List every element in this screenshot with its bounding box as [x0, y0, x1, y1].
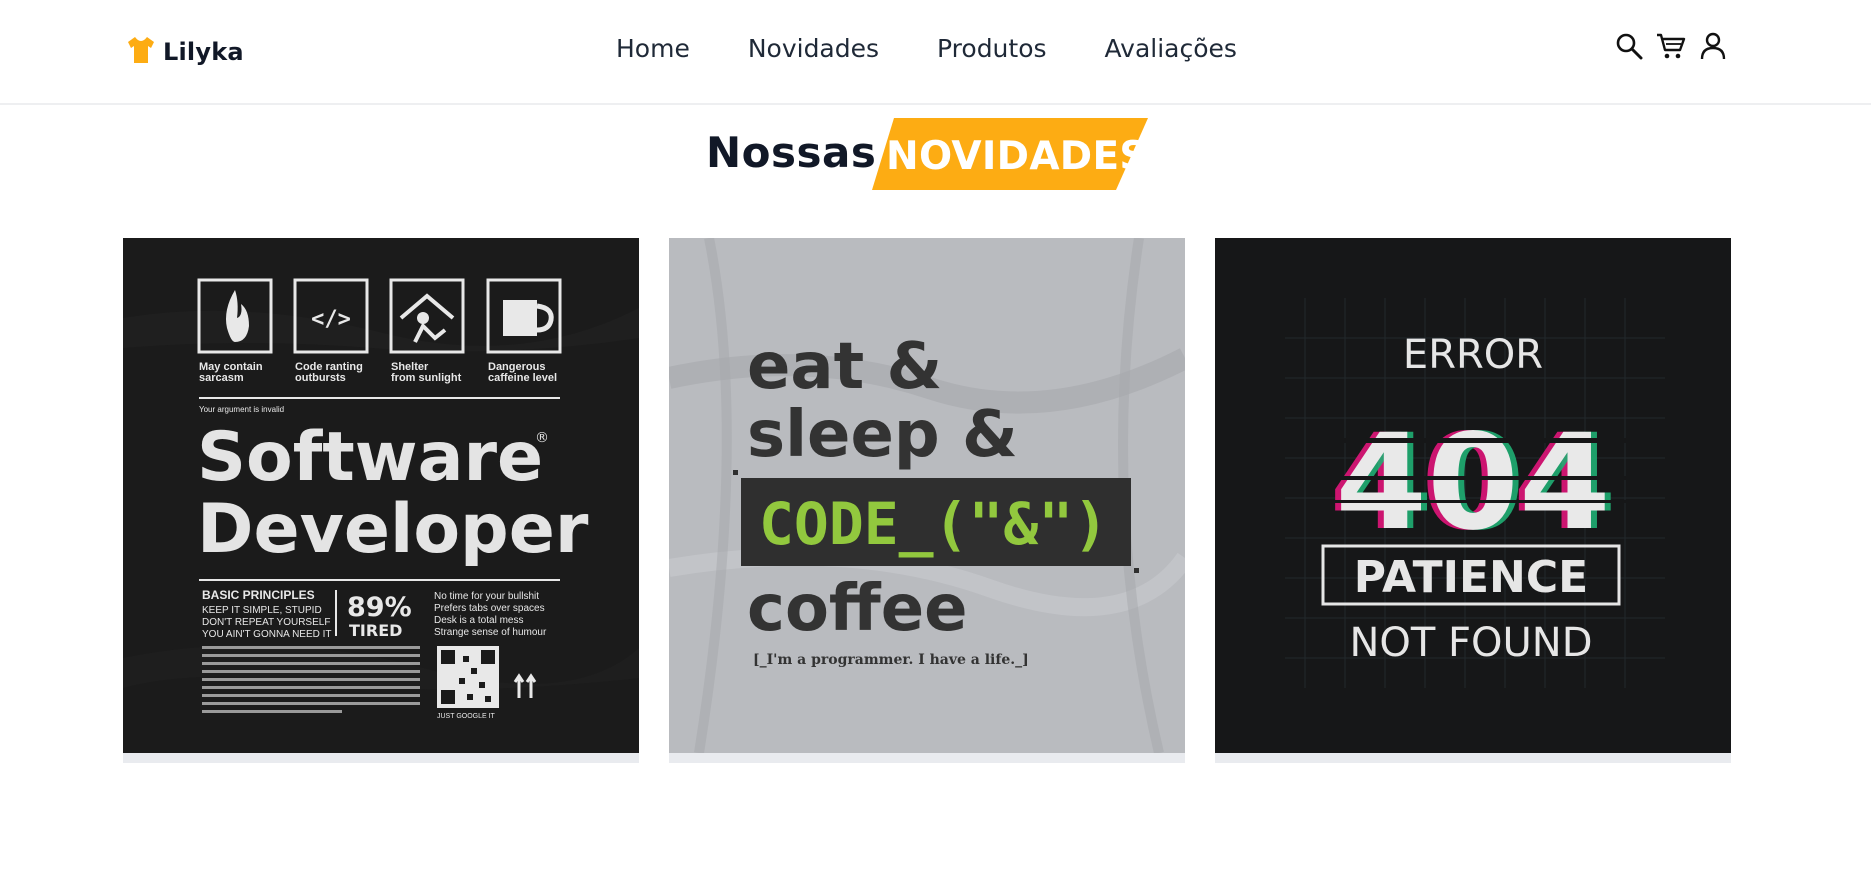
fact-item: Desk is a total mess	[434, 615, 523, 626]
fact-item: Prefers tabs over spaces	[434, 603, 545, 614]
stat-label: TIRED	[349, 621, 402, 640]
stat-value: 89%	[347, 592, 412, 623]
logo[interactable]: Lilyka	[125, 34, 244, 70]
design-big: 404	[1335, 406, 1611, 560]
design-main-line2: Developer	[197, 490, 589, 569]
nav-item-home[interactable]: Home	[616, 34, 690, 63]
nav-item-avaliacoes[interactable]: Avaliações	[1105, 34, 1237, 63]
tshirt-icon	[125, 34, 157, 70]
product-card[interactable]: </> May contain sarcasm Code ranting out…	[123, 238, 639, 763]
nav-item-produtos[interactable]: Produtos	[937, 34, 1047, 63]
design-line4: coffee	[747, 572, 968, 646]
design-main-line1: Software	[197, 418, 543, 497]
principle-item: YOU AIN'T GONNA NEED IT	[202, 629, 332, 640]
design-boxed: PATIENCE	[1354, 552, 1588, 603]
fact-item: No time for your bullshit	[434, 591, 539, 602]
design-top: ERROR	[1403, 332, 1543, 378]
shirt-design-software-developer: </> May contain sarcasm Code ranting out…	[123, 238, 639, 753]
principles-title: BASIC PRINCIPLES	[202, 588, 315, 602]
principle-item: DON'T REPEAT YOURSELF	[202, 617, 330, 628]
principle-item: KEEP IT SIMPLE, STUPID	[202, 605, 322, 616]
design-caption: [_I'm a programmer. I have a life._]	[753, 652, 1029, 668]
section-title-text: Nossas	[706, 128, 877, 177]
design-line2: sleep &	[747, 398, 1018, 472]
header-actions	[1614, 31, 1728, 61]
product-image[interactable]: </> May contain sarcasm Code ranting out…	[123, 238, 639, 753]
product-card[interactable]: eat & sleep & CODE_("&") coffee [_I'm a …	[669, 238, 1185, 763]
site-header: Lilyka Home Novidades Produtos Avaliaçõe…	[0, 0, 1871, 105]
qr-caption: JUST GOOGLE IT	[437, 713, 496, 720]
shirt-design-error-404: ERROR 404 404 404 PATIENCE NOT FOUND	[1215, 238, 1731, 753]
logo-text: Lilyka	[163, 38, 244, 66]
section-title: Nossas NOVIDADES	[0, 118, 1871, 190]
badge-caption: sarcasm	[199, 372, 244, 384]
svg-text:®: ®	[535, 430, 549, 446]
product-image[interactable]: ERROR 404 404 404 PATIENCE NOT FOUND	[1215, 238, 1731, 753]
cart-icon[interactable]	[1656, 31, 1686, 61]
design-line1: eat &	[747, 330, 942, 404]
badge-caption: caffeine level	[488, 372, 557, 384]
fact-item: Strange sense of humour	[434, 627, 547, 638]
product-card[interactable]: ERROR 404 404 404 PATIENCE NOT FOUND	[1215, 238, 1731, 763]
main-nav: Home Novidades Produtos Avaliações	[616, 34, 1237, 63]
design-small-text: Your argument is invalid	[199, 405, 284, 414]
shirt-design-eat-sleep-code: eat & sleep & CODE_("&") coffee [_I'm a …	[669, 238, 1185, 753]
design-code-line: CODE_("&")	[759, 490, 1108, 558]
svg-text:</>: </>	[311, 307, 351, 332]
design-bottom: NOT FOUND	[1349, 620, 1592, 666]
badge-caption: outbursts	[295, 372, 346, 384]
badge-caption: from sunlight	[391, 372, 462, 384]
user-icon[interactable]	[1698, 31, 1728, 61]
section-title-highlight: NOVIDADES	[886, 134, 1148, 179]
search-icon[interactable]	[1614, 31, 1644, 61]
product-grid: </> May contain sarcasm Code ranting out…	[123, 238, 1731, 763]
nav-item-novidades[interactable]: Novidades	[748, 34, 879, 63]
product-image[interactable]: eat & sleep & CODE_("&") coffee [_I'm a …	[669, 238, 1185, 753]
